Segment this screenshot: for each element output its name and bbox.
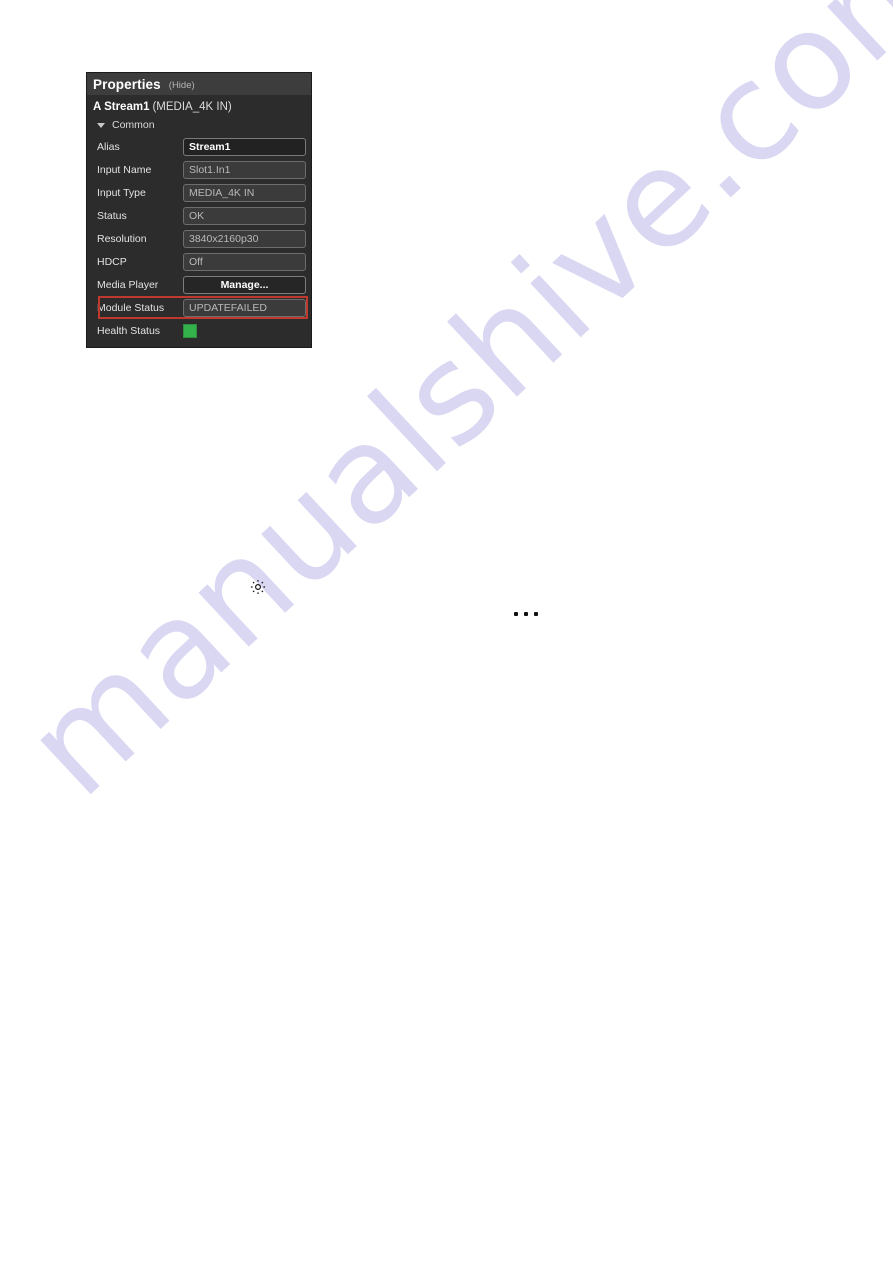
group-label: Common (112, 119, 155, 131)
properties-panel: Properties (Hide) A Stream1 (MEDIA_4K IN)… (86, 72, 312, 348)
property-rows: Alias Stream1 Input Name Slot1.In1 Input Typ… (87, 135, 311, 347)
property-label: HDCP (97, 255, 127, 268)
property-label: Health Status (97, 324, 161, 337)
stream-type: (MEDIA_4K IN) (152, 101, 232, 113)
ellipsis-dot (534, 612, 538, 616)
panel-header: Properties (Hide) (87, 73, 311, 95)
property-row: HDCP Off (87, 250, 311, 273)
property-value-field[interactable]: Stream1 (183, 137, 306, 156)
property-row: Resolution 3840x2160p30 (87, 227, 311, 250)
property-row: Status OK (87, 204, 311, 227)
property-value-field: OK (183, 206, 306, 225)
property-label: Status (97, 209, 127, 222)
ellipsis-dot (514, 612, 518, 616)
panel-subtitle: A Stream1 (MEDIA_4K IN) (87, 95, 311, 116)
property-label: Input Name (97, 163, 152, 176)
property-value-field: MEDIA_4K IN (183, 183, 306, 202)
page-title: Properties (93, 76, 161, 92)
property-value-field: Slot1.In1 (183, 160, 306, 179)
property-row: Module Status UPDATEFAILED (87, 296, 311, 319)
property-label: Input Type (97, 186, 146, 199)
stream-name: A Stream1 (93, 101, 150, 113)
property-label: Media Player (97, 278, 159, 291)
property-row: Input Type MEDIA_4K IN (87, 181, 311, 204)
manage-button[interactable]: Manage... (183, 275, 306, 294)
property-row: Health Status (87, 319, 311, 342)
property-value-field: 3840x2160p30 (183, 229, 306, 248)
property-label: Alias (97, 140, 120, 153)
property-label: Resolution (97, 232, 147, 245)
property-value-field: UPDATEFAILED (183, 298, 306, 317)
property-label: Module Status (97, 301, 165, 314)
group-header-common[interactable]: Common (87, 116, 311, 135)
property-row: Input Name Slot1.In1 (87, 158, 311, 181)
hide-panel-link[interactable]: (Hide) (169, 80, 195, 91)
property-row: Media Player Manage... (87, 273, 311, 296)
health-status-indicator (183, 323, 197, 338)
gear-icon (249, 578, 267, 596)
ellipsis-dot (524, 612, 528, 616)
property-value-field: Off (183, 252, 306, 271)
property-row: Alias Stream1 (87, 135, 311, 158)
chevron-down-icon (97, 122, 105, 128)
ellipsis-icon (514, 608, 538, 620)
